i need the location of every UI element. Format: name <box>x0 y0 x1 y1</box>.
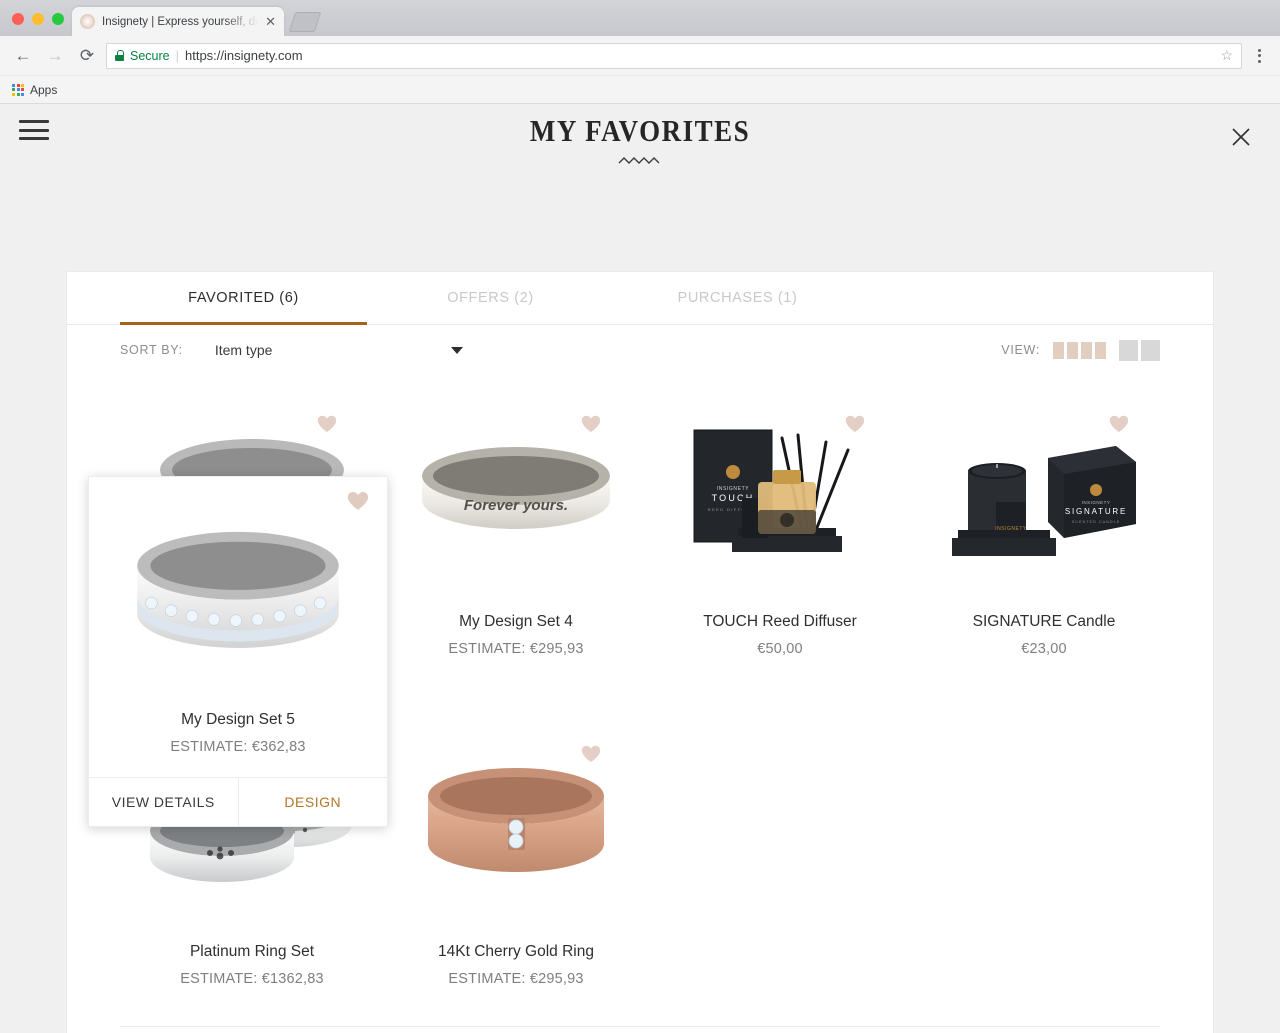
tab-close-icon[interactable]: ✕ <box>265 15 276 28</box>
favorite-heart-icon[interactable] <box>317 415 337 433</box>
product-image <box>89 493 387 689</box>
favorite-heart-icon[interactable] <box>581 415 601 433</box>
product-image: INSIGNETY TOUCH REED DIFFUSER <box>648 400 912 585</box>
product-card-hovered[interactable]: My Design Set 5 ESTIMATE: €362,83 VIEW D… <box>88 476 388 827</box>
tab-offers-label: OFFERS (2) <box>447 290 534 306</box>
view-toggle-group: VIEW: <box>1001 339 1160 361</box>
product-card[interactable]: 14Kt Cherry Gold Ring ESTIMATE: €295,93 <box>384 705 648 1033</box>
address-bar[interactable]: Secure | https://insignety.com ☆ <box>106 42 1242 69</box>
product-name: 14Kt Cherry Gold Ring <box>438 943 594 960</box>
browser-toolbar: ← → ⟳ Secure | https://insignety.com ☆ <box>0 36 1280 76</box>
tab-favorited[interactable]: FAVORITED (6) <box>120 272 367 325</box>
bookmark-star-icon[interactable]: ☆ <box>1220 47 1233 64</box>
view-details-button[interactable]: VIEW DETAILS <box>89 778 238 826</box>
chevron-down-icon <box>450 346 463 354</box>
view-grid-2-button[interactable] <box>1119 339 1160 361</box>
zigzag-divider-icon <box>618 157 660 164</box>
lock-icon <box>115 50 124 61</box>
product-card[interactable]: Forever yours. My Design Set 4 ESTIMATE:… <box>384 375 648 705</box>
tab-offers[interactable]: OFFERS (2) <box>367 272 614 324</box>
product-grid: My Design Set 5 ESTIMATE: €362,83 <box>67 375 1213 1033</box>
product-name: Platinum Ring Set <box>189 943 315 960</box>
product-price: ESTIMATE: €362,83 <box>170 739 306 755</box>
product-image: Forever yours. <box>384 400 648 585</box>
product-price: €50,00 <box>757 641 803 657</box>
product-name: TOUCH Reed Diffuser <box>703 613 857 630</box>
browser-tab[interactable]: Insignety | Express yourself, de ✕ <box>72 7 284 36</box>
product-image: INSIGNETY SIGNATURE SCENTED CANDLE INSIG… <box>912 400 1176 585</box>
svg-text:SCENTED CANDLE: SCENTED CANDLE <box>1072 520 1121 524</box>
page-content: MY FAVORITES FAVORITED (6) OFFERS (2) PU… <box>0 104 1280 1033</box>
page-title-block: MY FAVORITES <box>0 114 1280 165</box>
sort-by-value: Item type <box>214 342 273 358</box>
product-image <box>384 730 648 915</box>
favorite-heart-icon[interactable] <box>347 491 369 511</box>
favorites-tab-bar: FAVORITED (6) OFFERS (2) PURCHASES (1) <box>67 272 1213 325</box>
svg-text:SIGNATURE: SIGNATURE <box>1065 507 1127 516</box>
tab-favorited-label: FAVORITED (6) <box>188 290 299 306</box>
favorite-heart-icon[interactable] <box>1109 415 1129 433</box>
browser-tab-strip: Insignety | Express yourself, de ✕ <box>0 0 1280 36</box>
secure-label: Secure <box>130 48 170 63</box>
tab-purchases-label: PURCHASES (1) <box>677 290 798 306</box>
url-text: https://insignety.com <box>185 48 303 63</box>
favorites-panel: FAVORITED (6) OFFERS (2) PURCHASES (1) S… <box>67 272 1213 1033</box>
close-icon[interactable] <box>1230 126 1252 148</box>
product-price: ESTIMATE: €295,93 <box>448 641 584 657</box>
apps-grid-icon[interactable] <box>12 83 24 96</box>
sort-by-label: SORT BY: <box>120 343 183 357</box>
omnibox-separator: | <box>175 48 179 63</box>
footer-actions: EMAIL DROP A HINT <box>120 1027 1160 1033</box>
close-window-button[interactable] <box>12 13 24 25</box>
site-header: MY FAVORITES <box>0 104 1280 170</box>
sort-and-view-bar: SORT BY: Item type VIEW: <box>67 325 1213 375</box>
window-traffic-lights <box>8 13 72 36</box>
reload-icon[interactable]: ⟳ <box>74 43 100 69</box>
product-price: ESTIMATE: €1362,83 <box>180 971 324 987</box>
product-price: ESTIMATE: €295,93 <box>448 971 584 987</box>
page-title: MY FAVORITES <box>529 114 751 148</box>
svg-text:INSIGNETY: INSIGNETY <box>717 486 749 492</box>
view-label: VIEW: <box>1001 343 1040 357</box>
sort-by-dropdown[interactable]: Item type <box>215 342 463 358</box>
product-name: My Design Set 4 <box>459 613 573 630</box>
new-tab-button[interactable] <box>288 12 322 32</box>
browser-menu-icon[interactable] <box>1248 48 1270 63</box>
maximize-window-button[interactable] <box>52 13 64 25</box>
product-card-actions: VIEW DETAILS DESIGN <box>89 777 387 826</box>
browser-window: Insignety | Express yourself, de ✕ ← → ⟳… <box>0 0 1280 1033</box>
product-name: SIGNATURE Candle <box>972 613 1116 630</box>
product-price: €23,00 <box>1021 641 1067 657</box>
bookmarks-bar: Apps <box>0 76 1280 104</box>
panel-footer: EMAIL DROP A HINT <box>120 1026 1160 1033</box>
back-icon[interactable]: ← <box>10 43 36 69</box>
favorite-heart-icon[interactable] <box>581 745 601 763</box>
product-card[interactable]: INSIGNETY SIGNATURE SCENTED CANDLE INSIG… <box>912 375 1176 705</box>
product-card[interactable]: INSIGNETY TOUCH REED DIFFUSER TOUCH Reed… <box>648 375 912 705</box>
browser-tab-title: Insignety | Express yourself, de <box>102 15 259 28</box>
forward-icon[interactable]: → <box>42 43 68 69</box>
apps-bookmark-label[interactable]: Apps <box>30 83 57 97</box>
design-button[interactable]: DESIGN <box>237 778 388 826</box>
favicon-icon <box>80 14 95 29</box>
minimize-window-button[interactable] <box>32 13 44 25</box>
tab-purchases[interactable]: PURCHASES (1) <box>614 272 861 324</box>
product-name: My Design Set 5 <box>181 711 295 728</box>
favorite-heart-icon[interactable] <box>845 415 865 433</box>
view-grid-4-button[interactable] <box>1053 341 1106 359</box>
svg-text:INSIGNETY: INSIGNETY <box>1082 500 1111 505</box>
ring-engraving-text: Forever yours. <box>464 497 568 514</box>
